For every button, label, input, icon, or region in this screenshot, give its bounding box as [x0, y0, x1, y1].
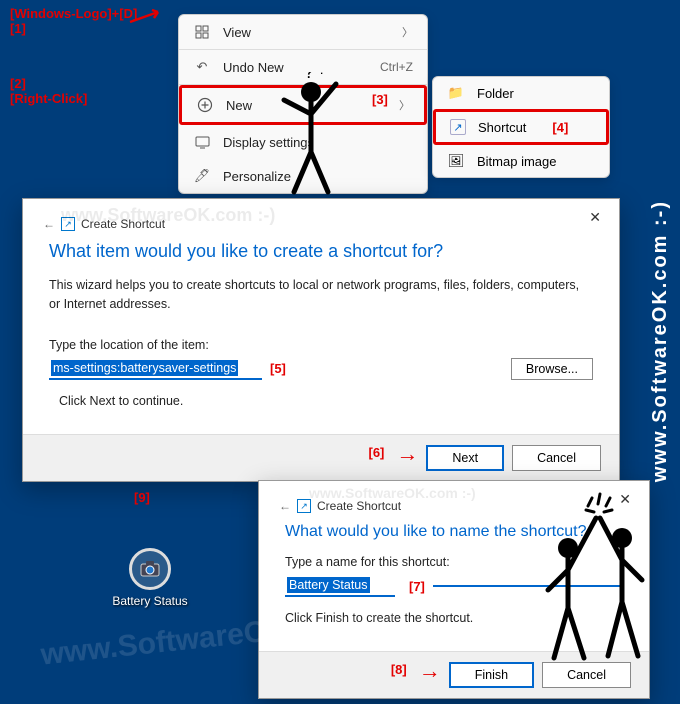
back-icon[interactable]: ←: [43, 217, 55, 231]
annotation-3: [3]: [372, 92, 388, 107]
menu-shortcut: Ctrl+Z: [380, 60, 413, 74]
camera-icon: [129, 548, 171, 590]
annotation-7: [7]: [409, 579, 425, 594]
location-label: Type the location of the item:: [49, 338, 593, 352]
desktop-icon-label: Battery Status: [110, 594, 190, 608]
arrow-8: →: [419, 662, 441, 688]
sub-item-shortcut[interactable]: ↗ Shortcut [4]: [433, 109, 609, 145]
browse-button[interactable]: Browse...: [511, 358, 593, 380]
annotation-6: [6]: [368, 445, 384, 471]
back-icon[interactable]: ←: [279, 499, 291, 513]
breadcrumb: Create Shortcut: [317, 499, 401, 513]
shortcut-icon: ↗: [61, 217, 75, 231]
name-input[interactable]: Battery Status: [285, 575, 395, 597]
stick-figure-highfive: [538, 478, 658, 678]
cancel-button[interactable]: Cancel: [512, 445, 601, 471]
shortcut-icon: ↗: [450, 119, 466, 135]
finish-button[interactable]: Finish: [449, 662, 534, 688]
menu-item-view[interactable]: View 〉: [179, 15, 427, 50]
close-button[interactable]: ✕: [581, 207, 609, 228]
create-shortcut-dialog-1: www.SoftwareOK.com :-) ✕ ← ↗ Create Shor…: [22, 198, 620, 482]
personalize-icon: 🖊: [193, 167, 211, 185]
svg-text:?: ?: [318, 72, 326, 77]
sub-label: Bitmap image: [477, 154, 556, 169]
undo-icon: ↶: [193, 58, 211, 76]
chevron-right-icon: 〉: [399, 97, 410, 113]
annotation-9: [9]: [134, 490, 150, 505]
annotation-1: [Windows-Logo]+[D][1]: [10, 6, 137, 36]
shortcut-icon: ↗: [297, 499, 311, 513]
new-icon: [196, 96, 214, 114]
view-icon: [193, 23, 211, 41]
arrow-6: →: [396, 445, 418, 471]
bitmap-icon: 🖼: [447, 152, 465, 170]
sub-item-bitmap[interactable]: 🖼 Bitmap image: [433, 145, 609, 177]
breadcrumb: Create Shortcut: [81, 217, 165, 231]
submenu-new: 📁 Folder ↗ Shortcut [4] 🖼 Bitmap image: [432, 76, 610, 178]
side-watermark: www.SoftwareOK.com :-): [649, 200, 672, 482]
display-icon: [193, 133, 211, 151]
sub-label: Folder: [477, 86, 514, 101]
desktop-shortcut-battery[interactable]: Battery Status: [110, 548, 190, 608]
annotation-5: [5]: [270, 361, 286, 376]
folder-icon: 📁: [447, 84, 465, 102]
stick-figure-1: ? ?: [266, 72, 356, 202]
sub-item-folder[interactable]: 📁 Folder: [433, 77, 609, 109]
dialog-title: What item would you like to create a sho…: [23, 235, 619, 276]
location-input[interactable]: ms-settings:batterysaver-settings: [49, 358, 262, 380]
next-button[interactable]: Next: [426, 445, 504, 471]
annotation-4: [4]: [552, 120, 568, 135]
dialog-description: This wizard helps you to create shortcut…: [49, 276, 593, 314]
sub-label: Shortcut: [478, 120, 526, 135]
annotation-8: [8]: [391, 662, 407, 688]
annotation-2: [2][Right-Click]: [10, 76, 87, 106]
menu-label: View: [223, 25, 390, 40]
dialog-header: ← ↗ Create Shortcut: [23, 199, 619, 235]
chevron-right-icon: 〉: [402, 24, 413, 40]
svg-text:?: ?: [304, 72, 314, 82]
next-hint: Click Next to continue.: [49, 380, 593, 408]
dialog-footer: [6] → Next Cancel: [23, 434, 619, 481]
